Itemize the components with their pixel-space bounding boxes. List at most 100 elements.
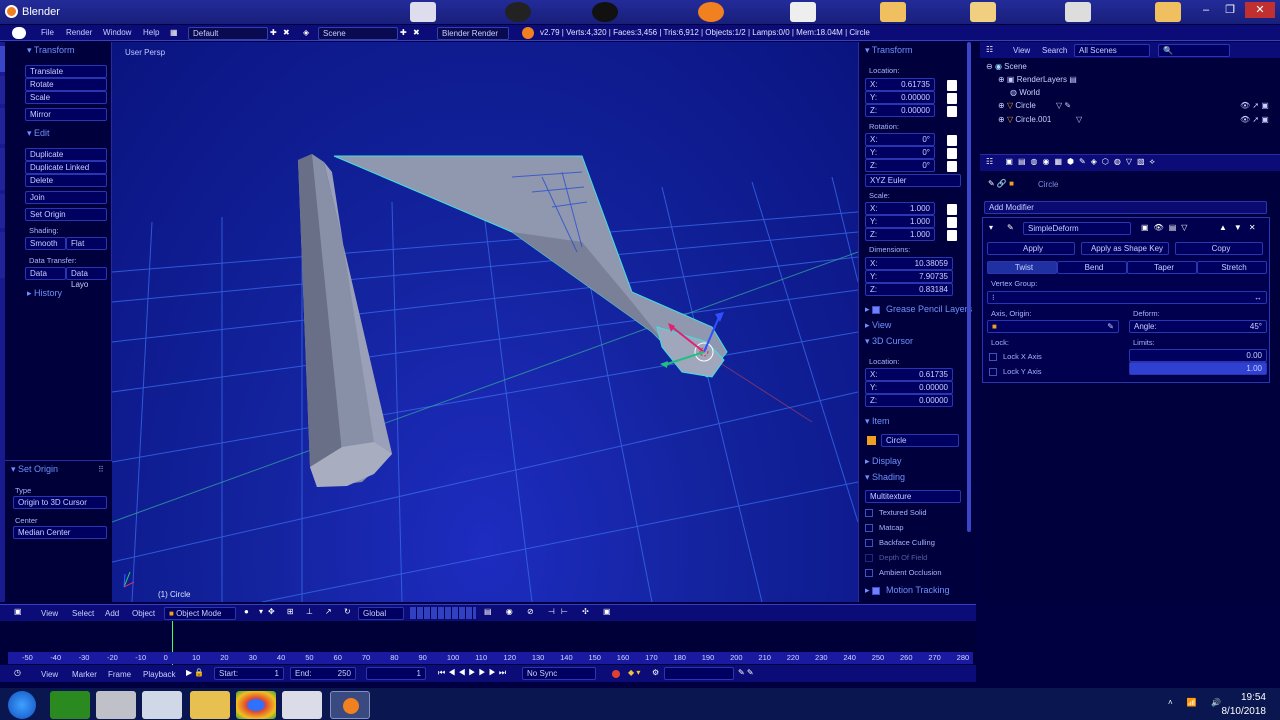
apply-button[interactable]: Apply: [987, 242, 1075, 255]
modifier-name-field[interactable]: SimpleDeform: [1023, 222, 1131, 235]
backface-culling-checkbox[interactable]: Backface Culling: [865, 538, 935, 548]
npanel-scrollbar[interactable]: [967, 42, 971, 532]
modifier-move-buttons[interactable]: ▲▼✕: [1219, 223, 1263, 232]
cursor-y-field[interactable]: Y: 0.00000: [865, 381, 953, 394]
scale-button[interactable]: Scale: [25, 91, 107, 104]
location-x-field[interactable]: X: 0.61735: [865, 78, 935, 91]
close-button[interactable]: ✕: [1245, 2, 1275, 18]
shading-panel-header[interactable]: ▾ Shading: [865, 472, 905, 483]
data-button[interactable]: Data: [25, 267, 66, 280]
playback-controls[interactable]: ⏮◀◀▶▶▶⏭: [438, 668, 509, 678]
keyframe-tools-icon[interactable]: ⚙: [652, 668, 659, 677]
rotation-y-field[interactable]: Y: 0°: [865, 146, 935, 159]
sync-mode-select[interactable]: No Sync: [522, 667, 596, 680]
location-y-field[interactable]: Y: 0.00000: [865, 91, 935, 104]
copy-button[interactable]: Copy: [1175, 242, 1263, 255]
view-panel-header[interactable]: ▸ View: [865, 320, 891, 331]
properties-context-tabs[interactable]: ☷ ▣▤◍◉▦⬢✎◈⬡◍▽▧⟡: [986, 157, 1160, 167]
vertex-group-field[interactable]: ⁝ ↔: [987, 291, 1267, 304]
minimize-button[interactable]: –: [1195, 2, 1217, 18]
render-engine-select[interactable]: Blender Render: [437, 27, 509, 40]
depth-of-field-checkbox[interactable]: Depth Of Field: [865, 553, 927, 563]
menu-select[interactable]: Select: [72, 609, 94, 618]
data-layout-button[interactable]: Data Layo: [66, 267, 107, 289]
record-keyframe-icon[interactable]: [612, 670, 620, 678]
center-select[interactable]: Median Center: [13, 526, 107, 539]
location-z-field[interactable]: Z: 0.00000: [865, 104, 935, 117]
scale-z-field[interactable]: Z: 1.000: [865, 228, 935, 241]
lock-location-x-icon[interactable]: [947, 80, 957, 91]
blender-taskbar-icon[interactable]: [330, 691, 370, 719]
menu-window[interactable]: Window: [103, 27, 131, 39]
mirror-button[interactable]: Mirror: [25, 108, 107, 121]
outliner-filter-select[interactable]: All Scenes: [1074, 44, 1150, 57]
motion-tracking-header[interactable]: ▸ Motion Tracking: [865, 585, 950, 596]
outliner-search-input[interactable]: 🔍: [1158, 44, 1230, 57]
rotation-mode-select[interactable]: XYZ Euler: [865, 174, 961, 187]
collapse-modifier-icon[interactable]: ▾: [989, 223, 993, 232]
current-frame-field[interactable]: 1: [366, 667, 426, 680]
type-select[interactable]: Origin to 3D Cursor: [13, 496, 107, 509]
explorer-taskbar-icon[interactable]: [190, 691, 230, 719]
add-layout-icon[interactable]: ✚: [270, 27, 277, 39]
panel-grip-icon[interactable]: ⠿: [98, 465, 104, 474]
operator-panel-header[interactable]: ▾ Set Origin: [11, 464, 58, 475]
lock-scale-z-icon[interactable]: [947, 230, 957, 241]
editor-type-icon[interactable]: ▣: [14, 607, 22, 616]
menu-view[interactable]: View: [41, 609, 58, 618]
outliner-row-scene[interactable]: ⊖ ◉ Scene: [986, 62, 1027, 71]
layout-select[interactable]: Default: [188, 27, 268, 40]
transform-panel-header[interactable]: ▾ Transform: [27, 45, 75, 56]
orientation-select[interactable]: Global: [358, 607, 404, 620]
textured-solid-checkbox[interactable]: Textured Solid: [865, 508, 927, 518]
angle-field[interactable]: Angle: 45°: [1129, 320, 1267, 333]
app-taskbar-icon[interactable]: [96, 691, 136, 719]
lock-scale-x-icon[interactable]: [947, 204, 957, 215]
lock-rotation-x-icon[interactable]: [947, 135, 957, 146]
3d-cursor-panel-header[interactable]: ▾ 3D Cursor: [865, 336, 913, 347]
3d-viewport[interactable]: User Persp (1) Circle: [112, 42, 858, 602]
history-panel-header[interactable]: ▸ History: [27, 288, 62, 299]
rotation-z-field[interactable]: Z: 0°: [865, 159, 935, 172]
delete-button[interactable]: Delete: [25, 174, 107, 187]
lock-rotation-z-icon[interactable]: [947, 161, 957, 172]
remove-scene-icon[interactable]: ✖: [413, 27, 420, 39]
timeline-playback-menu[interactable]: Playback: [143, 670, 175, 679]
outliner-view-menu[interactable]: View: [1013, 46, 1030, 55]
display-panel-header[interactable]: ▸ Display: [865, 456, 902, 467]
scene-select[interactable]: Scene: [318, 27, 398, 40]
end-frame-field[interactable]: End: 250: [290, 667, 356, 680]
shading-mode-select[interactable]: Multitexture: [865, 490, 961, 503]
dimension-z-field[interactable]: Z: 0.83184: [865, 283, 953, 296]
lock-scale-y-icon[interactable]: [947, 217, 957, 228]
flat-button[interactable]: Flat: [66, 237, 107, 250]
scale-y-field[interactable]: Y: 1.000: [865, 215, 935, 228]
outliner-row-circle001[interactable]: ⊕ ▽ Circle.001 ▽ 👁 ➚ ▣: [998, 115, 1278, 124]
set-origin-select[interactable]: Set Origin: [25, 208, 107, 221]
start-button[interactable]: [8, 691, 36, 719]
bend-mode-button[interactable]: Bend: [1057, 261, 1127, 274]
limit-max-field[interactable]: 1.00: [1129, 362, 1267, 375]
menu-help[interactable]: Help: [143, 27, 159, 39]
editor-type-icon[interactable]: [12, 27, 26, 39]
render-and-snap-icons[interactable]: ▤ ◉ ⊘ ⊣⊢ ✣ ▣: [484, 607, 617, 616]
lock-location-z-icon[interactable]: [947, 106, 957, 117]
maximize-button[interactable]: ❐: [1219, 2, 1241, 18]
apply-shape-key-button[interactable]: Apply as Shape Key: [1081, 242, 1169, 255]
transform-panel-header[interactable]: ▾ Transform: [865, 45, 913, 56]
twist-mode-button[interactable]: Twist: [987, 261, 1057, 274]
menu-object[interactable]: Object: [132, 609, 155, 618]
outliner-row-world[interactable]: ◍ World: [1010, 88, 1040, 97]
duplicate-button[interactable]: Duplicate: [25, 148, 107, 161]
menu-add[interactable]: Add: [105, 609, 119, 618]
outliner-editor-icon[interactable]: ☷: [986, 45, 993, 54]
grease-pencil-layers-header[interactable]: ▸ Grease Pencil Layers: [865, 304, 972, 315]
clock-time[interactable]: 19:54: [1222, 692, 1266, 703]
item-panel-header[interactable]: ▾ Item: [865, 416, 890, 427]
editor-type-icon[interactable]: ◷: [14, 668, 21, 677]
timeline-ruler[interactable]: -50 -40 -30 -20 -10 0 10 20 30 40 50 60 70 80 90 100 110…: [8, 652, 973, 664]
menu-file[interactable]: File: [41, 27, 54, 39]
ambient-occlusion-checkbox[interactable]: Ambient Occlusion: [865, 568, 942, 578]
outliner-row-renderlayers[interactable]: ⊕ ▣ RenderLayers ▤: [998, 75, 1077, 84]
preview-range-icon[interactable]: ▶ 🔒: [186, 668, 204, 677]
